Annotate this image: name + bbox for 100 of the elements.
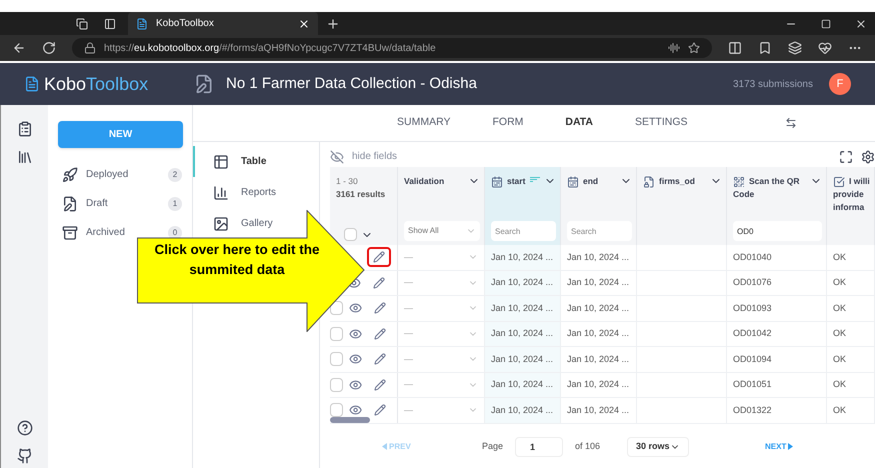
table-cell-text: OK bbox=[833, 352, 846, 366]
split-screen-icon[interactable] bbox=[728, 41, 742, 55]
pencil-icon bbox=[374, 328, 386, 340]
column-header: I willi provide informa bbox=[833, 175, 870, 214]
row-checkbox[interactable] bbox=[330, 352, 344, 366]
view-icon[interactable] bbox=[349, 326, 362, 341]
logo-text: KoboToolbox bbox=[44, 72, 148, 96]
row-checkbox[interactable] bbox=[330, 378, 344, 392]
search-field[interactable]: Search bbox=[491, 221, 556, 241]
settings-icon[interactable] bbox=[861, 150, 875, 164]
table-cell-text: OD01093 bbox=[733, 302, 772, 314]
sort-icon bbox=[530, 175, 540, 185]
table-cell-text: Jan 10, 2024 ... bbox=[567, 302, 630, 314]
view-item[interactable]: Table bbox=[193, 146, 319, 177]
row-checkbox[interactable] bbox=[330, 403, 344, 418]
maximize-icon[interactable] bbox=[821, 18, 831, 28]
collections-icon[interactable] bbox=[788, 41, 802, 55]
read-aloud-icon[interactable] bbox=[668, 42, 680, 54]
pencil-icon bbox=[374, 378, 386, 391]
table-cell-text: OK bbox=[833, 327, 846, 340]
file-icon bbox=[643, 176, 655, 188]
table-cell-text: Jan 10, 2024 ... bbox=[491, 250, 554, 264]
table-cell-text: — bbox=[404, 352, 413, 366]
nav-tab[interactable]: DATA bbox=[565, 115, 594, 131]
form-icon bbox=[194, 74, 214, 94]
table-cell-text: — bbox=[404, 302, 413, 314]
image-icon bbox=[213, 216, 229, 232]
scrollbar-thumb[interactable] bbox=[330, 417, 370, 423]
view-icon[interactable] bbox=[349, 378, 362, 392]
table-cell-text: — bbox=[404, 276, 413, 289]
search-field[interactable]: OD0 bbox=[733, 221, 822, 241]
hide-fields-link[interactable]: hide fields bbox=[352, 149, 831, 164]
back-icon[interactable] bbox=[12, 41, 26, 55]
new-tab-icon[interactable] bbox=[326, 16, 340, 30]
view-icon[interactable] bbox=[349, 301, 362, 316]
archive-icon bbox=[62, 224, 78, 240]
view-icon[interactable] bbox=[349, 403, 362, 418]
table-cell-text: OD01051 bbox=[733, 378, 772, 391]
favorite-icon[interactable] bbox=[688, 42, 700, 54]
close-icon[interactable] bbox=[298, 18, 310, 30]
page-icon bbox=[136, 18, 148, 30]
filter-dropdown[interactable]: Show All bbox=[404, 221, 480, 241]
rows-dropdown[interactable]: 30 rows bbox=[627, 436, 690, 456]
table-cell-text: Jan 10, 2024 ... bbox=[567, 276, 630, 289]
view-item[interactable]: Gallery bbox=[193, 208, 319, 239]
nav-tab[interactable]: FORM bbox=[492, 115, 524, 131]
reload-icon[interactable] bbox=[42, 41, 56, 55]
sidebar-item[interactable]: Deployed 2 bbox=[58, 160, 182, 189]
view-item[interactable]: Reports bbox=[193, 177, 319, 208]
table-icon bbox=[213, 154, 229, 170]
help-icon[interactable] bbox=[16, 420, 32, 436]
date-icon bbox=[491, 176, 503, 188]
date-icon bbox=[567, 176, 579, 188]
column-header: Validation bbox=[404, 175, 480, 188]
column-header: Scan the QR Code bbox=[733, 175, 822, 201]
hide-icon[interactable] bbox=[330, 150, 344, 164]
count-badge: 2 bbox=[168, 168, 182, 182]
favorites-icon[interactable] bbox=[758, 41, 772, 55]
table-cell-text: Jan 10, 2024 ... bbox=[567, 404, 630, 416]
browser-tab[interactable]: KoboToolbox bbox=[128, 12, 318, 35]
health-icon[interactable] bbox=[818, 41, 832, 55]
tab-actions-icon[interactable] bbox=[76, 18, 88, 30]
table-cell-text: OK bbox=[833, 378, 846, 391]
view-icon[interactable] bbox=[349, 352, 362, 366]
column-header: firms_od bbox=[643, 175, 722, 188]
left-triangle-icon bbox=[382, 443, 387, 450]
fullscreen-icon[interactable] bbox=[839, 150, 853, 164]
pencil-icon bbox=[374, 404, 386, 416]
table-cell-text: OD01042 bbox=[733, 327, 772, 340]
row-checkbox[interactable] bbox=[330, 326, 344, 341]
page-field[interactable]: 1 bbox=[515, 436, 564, 456]
table-cell-text: OD01094 bbox=[733, 352, 772, 366]
lock-icon bbox=[84, 42, 96, 54]
table-cell-text: — bbox=[404, 378, 413, 391]
count-badge: 1 bbox=[168, 196, 182, 210]
sidebar-item[interactable]: Draft 1 bbox=[58, 189, 182, 218]
library-icon[interactable] bbox=[16, 149, 32, 165]
column-header: start bbox=[491, 175, 556, 188]
page-count: of 106 bbox=[575, 440, 602, 453]
address-bar[interactable]: https://eu.kobotoolbox.org/#/forms/aQH9fNoYpcugc7V7ZT4BUw/data/table bbox=[72, 38, 712, 58]
edit-button[interactable] bbox=[367, 247, 391, 268]
select-all-checkbox[interactable] bbox=[344, 228, 357, 241]
table-cell-text: OK bbox=[833, 302, 846, 314]
table-cell-text: OD01322 bbox=[733, 404, 772, 416]
github-icon[interactable] bbox=[16, 448, 32, 464]
callout-text: Click over here to edit the summited data bbox=[153, 241, 321, 279]
form-title: No 1 Farmer Data Collection - Odisha bbox=[226, 74, 478, 94]
clipboard-icon[interactable] bbox=[16, 121, 32, 137]
table-cell-text: Jan 10, 2024 ... bbox=[491, 302, 554, 314]
range-label: 1 - 30 bbox=[336, 175, 359, 188]
close-icon[interactable] bbox=[855, 18, 867, 30]
chart-icon bbox=[213, 184, 229, 200]
search-field[interactable]: Search bbox=[567, 221, 632, 241]
sidebar-icon[interactable] bbox=[104, 18, 116, 30]
nav-tab[interactable]: SETTINGS bbox=[635, 115, 688, 131]
expand-icon[interactable] bbox=[784, 117, 797, 129]
nav-tab[interactable]: SUMMARY bbox=[397, 115, 450, 131]
table-cell-text: OK bbox=[833, 404, 846, 416]
table-cell-text: Jan 10, 2024 ... bbox=[567, 327, 630, 340]
qr-icon bbox=[733, 176, 745, 188]
